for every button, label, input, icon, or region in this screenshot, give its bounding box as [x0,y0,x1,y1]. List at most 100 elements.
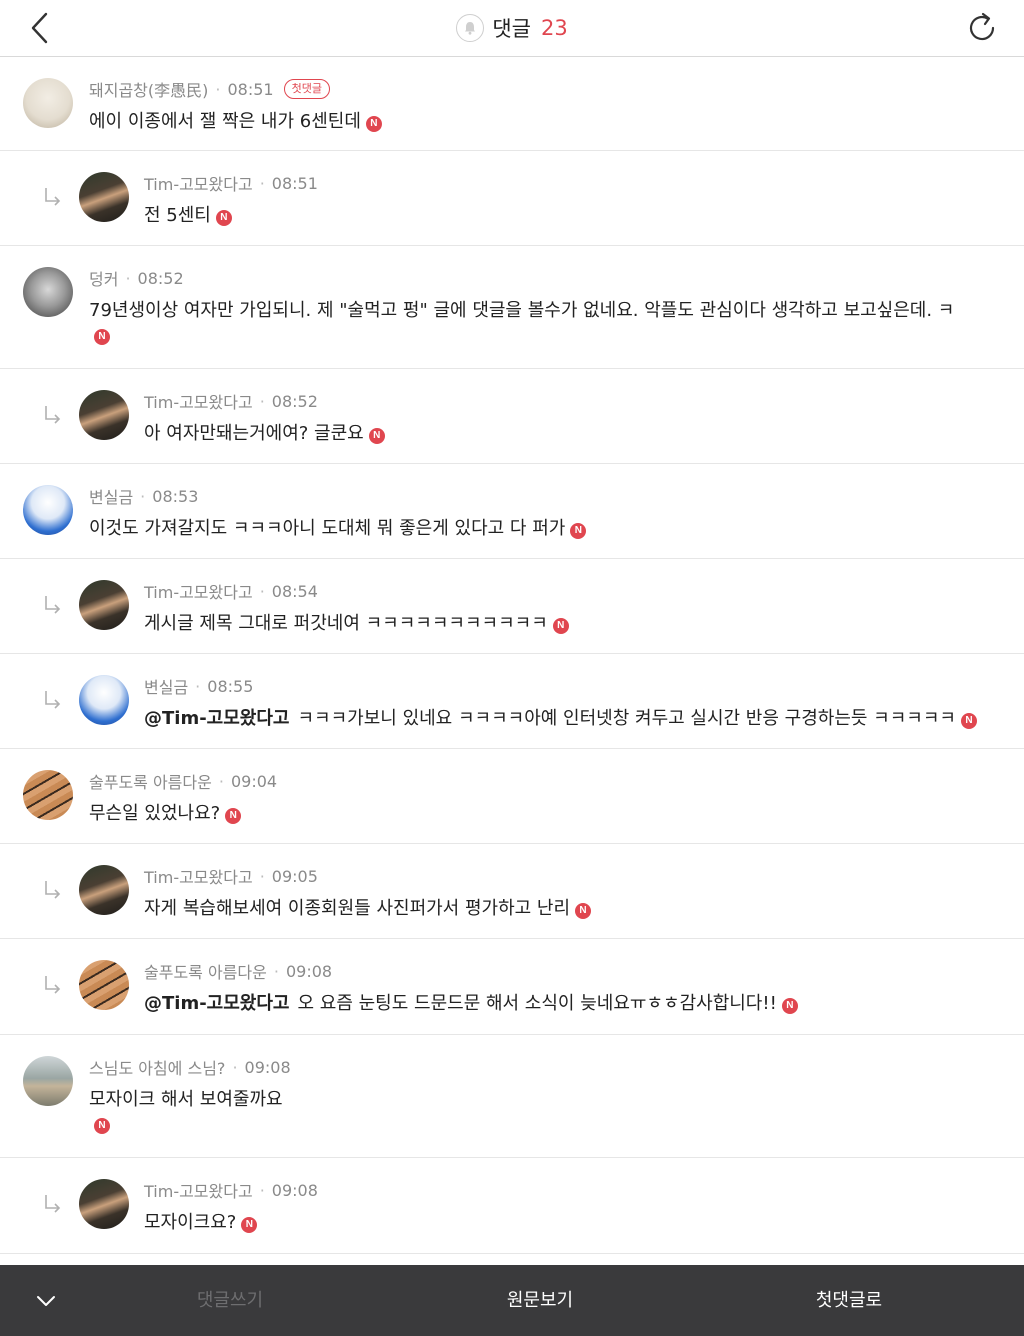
comment-author[interactable]: 술푸도록 아름다운 [89,769,212,793]
new-badge: N [94,329,110,345]
chevron-down-icon[interactable] [30,1287,62,1315]
comment-text: 이것도 가져갈지도 ㅋㅋㅋ아니 도대체 뭐 좋은게 있다고 다 퍼가 N [89,514,587,540]
comment-author[interactable]: 변실금 [144,674,188,698]
view-original-button[interactable]: 원문보기 [440,1265,640,1336]
comment-time: 09:08 [271,1180,318,1200]
comment-item: 술푸도록 아름다운 · 09:04 무슨일 있었나요? N [0,749,1024,844]
comment-meta: 술푸도록 아름다운 · 09:04 [89,769,277,793]
comment-author[interactable]: Tim-고모왔다고 [144,864,253,888]
separator-dot: · [125,268,131,288]
comment-body: 모자이크 해서 보여줄까요 [89,1089,283,1110]
avatar[interactable] [79,675,129,725]
comment-author[interactable]: 변실금 [89,484,133,508]
comment-time: 08:54 [271,581,318,601]
separator-dot: · [259,391,265,411]
separator-dot: · [140,486,146,506]
comment-body: 이것도 가져갈지도 ㅋㅋㅋ아니 도대체 뭐 좋은게 있다고 다 퍼가 [89,518,566,539]
avatar[interactable] [23,485,73,535]
comment-author[interactable]: 돼지곱창(李愚民) [89,77,208,101]
write-comment-button[interactable]: 댓글쓰기 [130,1265,330,1336]
comment-meta: 돼지곱창(李愚民) · 08:51 첫댓글 [89,77,330,101]
comment-time: 09:08 [285,961,333,981]
avatar[interactable] [79,1179,129,1229]
new-badge: N [960,713,977,729]
comment-author[interactable]: 술푸도록 아름다운 [144,959,267,983]
comment-author[interactable]: Tim-고모왔다고 [144,389,253,413]
comment-item: 돼지곱창(李愚民) · 08:51 첫댓글에이 이종에서 잴 짝은 내가 6센틴데 N [0,57,1024,151]
separator-dot: · [273,961,279,981]
comment-body: 79년생이상 여자만 가입되니. 제 "술먹고 펑" 글에 댓글을 볼수가 없네… [89,300,955,321]
comment-list: 돼지곱창(李愚民) · 08:51 첫댓글 에이 이종에서 잴 짝은 내가 6센틴데 N T… [0,57,1024,1254]
refresh-icon[interactable] [962,8,1002,48]
mention-link[interactable]: @Tim-고모왔다고 [144,708,289,729]
avatar[interactable] [23,1056,73,1106]
comment-author[interactable]: 덩커 [89,266,118,290]
comment-time: 08:51 [227,79,274,99]
new-badge: N [575,903,592,919]
avatar[interactable] [79,172,129,222]
comment-time: 08:52 [271,391,318,411]
reply-arrow-icon [40,592,66,618]
comment-time: 08:53 [152,486,199,506]
comment-body: 전 5센티 [144,205,211,226]
comment-text: @Tim-고모왔다고 ㅋㅋㅋ가보니 있네요 ㅋㅋㅋㅋ아예 인터넷창 켜두고 실시간… [144,704,977,730]
comment-body: 모자이크요? [144,1212,237,1233]
comment-text: 전 5센티 N [144,201,232,227]
comment-body: 에이 이종에서 잴 짝은 내가 6센틴데 [89,111,361,132]
comment-meta: Tim-고모왔다고 · 08:54 [144,579,318,603]
comment-meta: Tim-고모왔다고 · 09:08 [144,1178,318,1202]
avatar[interactable] [23,770,73,820]
comment-body: 오 요즘 눈팅도 드문드문 해서 소식이 늦네요ㅠㅎㅎ감사합니다!! [297,993,777,1014]
separator-dot: · [259,1180,265,1200]
comment-author[interactable]: Tim-고모왔다고 [144,1178,253,1202]
separator-dot: · [195,676,201,696]
comment-count: 23 [540,16,568,40]
avatar[interactable] [23,267,73,317]
comment-author[interactable]: 스님도 아침에 스님? [89,1055,225,1079]
comment-body: ㅋㅋㅋ가보니 있네요 ㅋㅋㅋㅋ아예 인터넷창 켜두고 실시간 반응 구경하는듯 … [297,708,956,729]
avatar[interactable] [79,865,129,915]
reply-arrow-icon [40,1191,66,1217]
reply-arrow-icon [40,402,66,428]
avatar[interactable] [23,78,73,128]
comment-text: 모자이크 해서 보여줄까요 [89,1085,283,1111]
separator-dot: · [259,866,265,886]
page-title: 댓글 [492,17,531,41]
comment-author[interactable]: Tim-고모왔다고 [144,171,253,195]
comment-body: 아 여자만돼는거에여? 글쿤요 [144,423,364,444]
bottom-toolbar: 댓글쓰기 원문보기 첫댓글로 [0,1265,1024,1336]
comment-time: 09:05 [271,866,318,886]
comment-text: 에이 이종에서 잴 짝은 내가 6센틴데 N [89,107,382,133]
first-comment-badge: 첫댓글 [283,79,330,99]
comment-time: 08:51 [271,173,318,193]
reply-item: Tim-고모왔다고 · 09:08 모자이크요? N [0,1158,1024,1254]
reply-arrow-icon [40,877,66,903]
mention-link[interactable]: @Tim-고모왔다고 [144,993,289,1014]
new-badge: N [368,428,385,444]
comment-body: 게시글 제목 그대로 퍼갓네여 ㅋㅋㅋㅋㅋㅋㅋㅋㅋㅋㅋ [144,613,548,634]
top-header: 댓글 23 [0,0,1024,57]
separator-dot: · [232,1057,238,1077]
avatar[interactable] [79,390,129,440]
comment-author[interactable]: Tim-고모왔다고 [144,579,253,603]
new-badge: N [225,808,242,824]
comment-text: 모자이크요? N [144,1208,258,1234]
reply-item: Tim-고모왔다고 · 08:51 전 5센티 N [0,151,1024,246]
separator-dot: · [215,79,221,99]
comment-text: 아 여자만돼는거에여? 글쿤요 N [144,419,385,445]
first-comment-button[interactable]: 첫댓글로 [749,1265,949,1336]
comment-item: 변실금 · 08:53 이것도 가져갈지도 ㅋㅋㅋ아니 도대체 뭐 좋은게 있다고 다… [0,464,1024,559]
new-badge: N [552,618,569,634]
reply-item: 술푸도록 아름다운 · 09:08 @Tim-고모왔다고 오 요즘 눈팅도 드문드문 해… [0,939,1024,1035]
comment-time: 09:08 [244,1057,291,1077]
header-title-group: 댓글 23 [0,0,1024,56]
avatar[interactable] [79,960,129,1010]
new-badge: N [570,523,587,539]
reply-arrow-icon [40,972,66,998]
comment-meta: 변실금 · 08:55 [144,674,253,698]
new-badge: N [215,210,232,226]
reply-item: 변실금 · 08:55 @Tim-고모왔다고 ㅋㅋㅋ가보니 있네요 ㅋㅋㅋㅋ아예 인터넷… [0,654,1024,749]
avatar[interactable] [79,580,129,630]
separator-dot: · [218,771,224,791]
bell-icon[interactable] [456,14,485,42]
